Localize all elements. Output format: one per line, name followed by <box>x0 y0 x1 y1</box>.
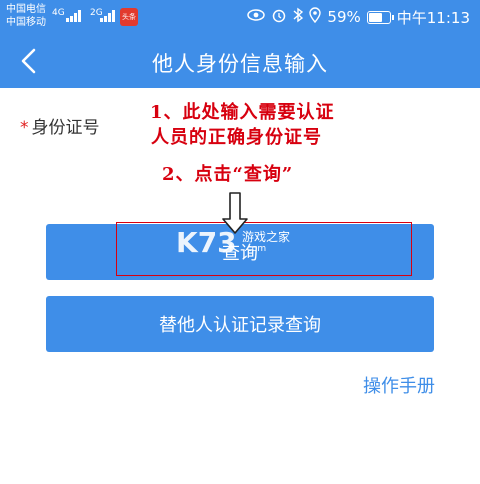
required-star: * <box>20 118 29 138</box>
clock: 中午11:13 <box>396 8 470 27</box>
annotation-line: 1、此处输入需要认证 <box>150 102 335 123</box>
highlight-box <box>116 222 412 276</box>
carrier-label-1: 中国电信 <box>6 4 46 15</box>
id-number-label: * 身份证号 <box>20 113 100 138</box>
news-app-icon: 头条 <box>120 8 138 26</box>
carrier-label-2: 中国移动 <box>6 17 46 28</box>
title-bar: 他人身份信息输入 <box>0 34 480 88</box>
battery-icon <box>366 10 394 24</box>
annotation-step-2: 2、点击“查询” <box>162 164 294 185</box>
battery-percent: 59% <box>327 8 361 26</box>
network-type-1: 4G <box>52 8 65 18</box>
status-bar: 中国电信 中国移动 4G 2G 头条 59% 中午11:13 <box>0 0 480 34</box>
annotation-step-1: 1、此处输入需要认证 人员的正确身份证号 <box>150 100 335 150</box>
location-icon <box>309 7 322 27</box>
signal-icon <box>66 10 84 22</box>
annotation-line: 人员的正确身份证号 <box>151 127 322 148</box>
arrow-down-icon <box>222 192 248 234</box>
id-number-label-text: 身份证号 <box>31 118 100 138</box>
history-query-button[interactable]: 替他人认证记录查询 <box>46 296 434 352</box>
signal-icon <box>100 10 118 22</box>
alarm-icon <box>271 7 287 27</box>
manual-link[interactable]: 操作手册 <box>363 372 435 398</box>
bluetooth-icon <box>293 7 304 27</box>
eye-icon <box>247 8 266 26</box>
page-title: 他人身份信息输入 <box>152 52 328 76</box>
